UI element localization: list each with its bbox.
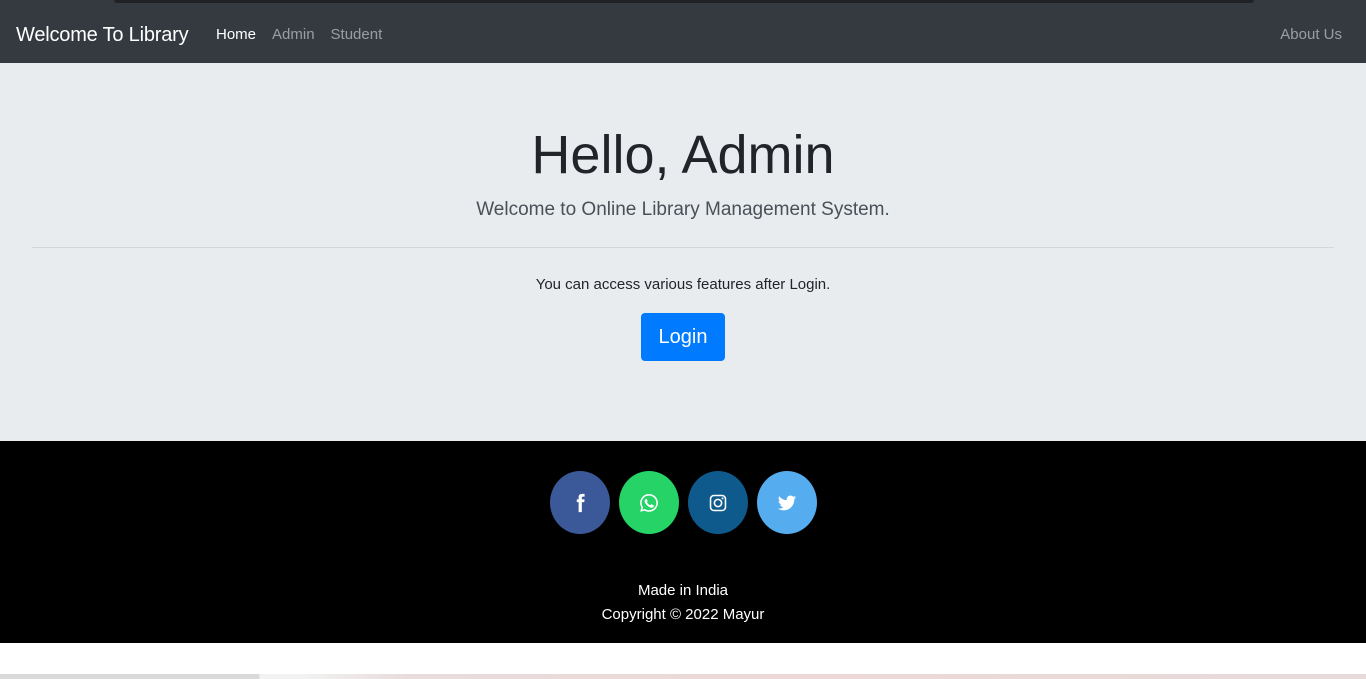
nav-links: Home Admin Student — [208, 23, 390, 47]
social-links — [550, 471, 817, 534]
nav-link-about-us[interactable]: About Us — [1272, 23, 1350, 47]
twitter-icon — [777, 495, 797, 510]
footer-made-in: Made in India — [637, 582, 729, 599]
navbar-brand[interactable]: Welcome To Library — [16, 21, 189, 49]
nav-link-home[interactable]: Home — [208, 23, 264, 47]
facebook-button[interactable] — [550, 471, 610, 534]
facebook-icon — [576, 493, 585, 512]
instagram-icon — [709, 494, 727, 511]
nav-link-student[interactable]: Student — [323, 23, 391, 47]
browser-top-strip — [0, 0, 1366, 7]
hero-title: Hello, Admin — [531, 125, 835, 185]
whatsapp-icon — [640, 493, 658, 512]
divider — [32, 247, 1334, 248]
login-button[interactable]: Login — [641, 313, 725, 361]
jumbotron: Hello, Admin Welcome to Online Library M… — [0, 63, 1366, 441]
hero-lead: Welcome to Online Library Management Sys… — [476, 199, 890, 220]
twitter-button[interactable] — [757, 471, 817, 534]
whatsapp-button[interactable] — [619, 471, 679, 534]
footer-copyright: Copyright © 2022 Mayur — [601, 606, 765, 623]
next-section-edge — [0, 674, 1366, 679]
navbar: Welcome To Library Home Admin Student Ab… — [0, 7, 1366, 63]
footer: Made in India Copyright © 2022 Mayur — [0, 441, 1366, 643]
instagram-button[interactable] — [688, 471, 748, 534]
browser-scrollbar-edge — [114, 0, 1254, 3]
hero-text: You can access various features after Lo… — [535, 276, 831, 293]
nav-link-admin[interactable]: Admin — [264, 23, 323, 47]
